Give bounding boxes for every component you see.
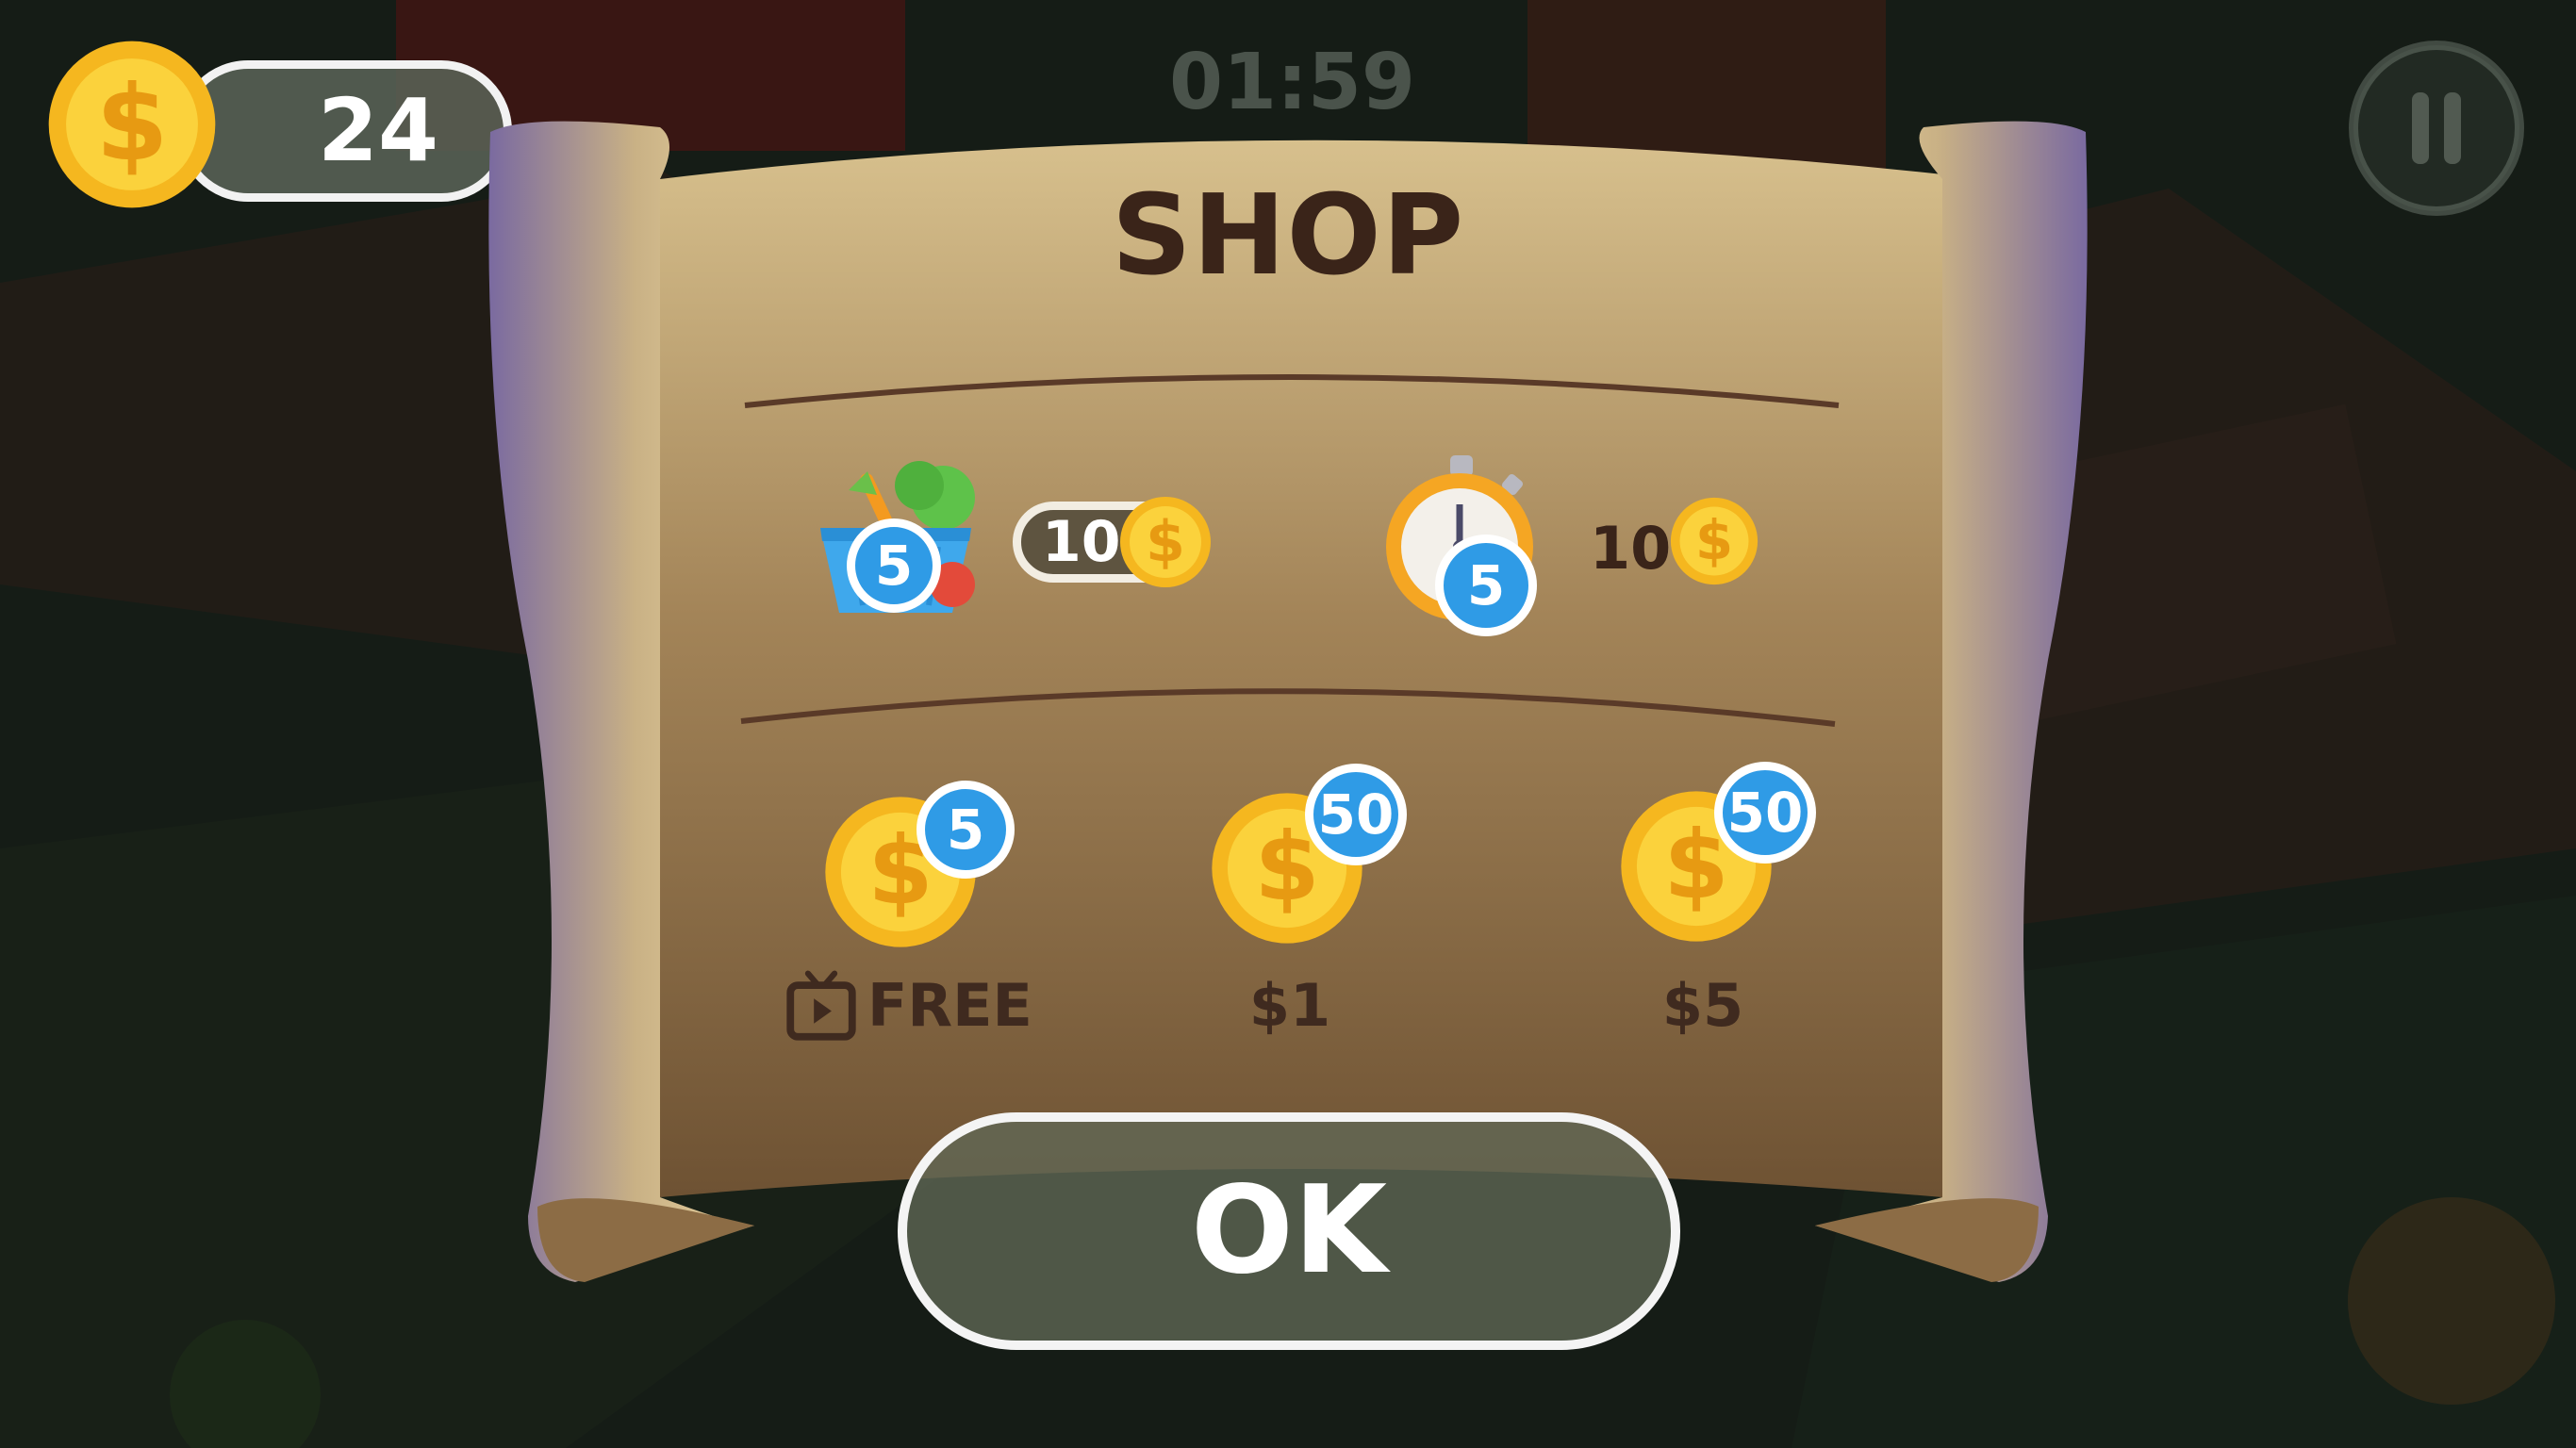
dollar-coin-icon: $ (1670, 497, 1759, 585)
svg-text:$: $ (1146, 509, 1185, 575)
offer-1-dollar-label: $1 (1248, 971, 1331, 1040)
offer-free-label: FREE (867, 971, 1032, 1040)
svg-text:$: $ (1695, 509, 1733, 572)
stopwatch-price[interactable]: 10 (1590, 514, 1671, 583)
dollar-coin-icon: $ (1120, 497, 1211, 587)
amount-badge: 50 (1305, 764, 1407, 865)
tv-play-icon (786, 970, 856, 1041)
shop-item-basket[interactable]: 5 (801, 443, 990, 632)
amount-badge: 50 (1714, 762, 1816, 864)
shop-item-stopwatch[interactable]: 5 (1367, 448, 1556, 636)
shop-title: SHOP (1111, 170, 1465, 300)
offer-5-dollar-label: $5 (1661, 971, 1744, 1040)
basket-price: 10 (1042, 509, 1121, 575)
amount-badge: 5 (916, 781, 1015, 879)
quantity-badge: 5 (1435, 535, 1537, 636)
quantity-badge: 5 (847, 518, 941, 613)
offer-free-coins[interactable]: $ 5 (820, 773, 1037, 962)
ok-button[interactable]: OK (898, 1112, 1680, 1350)
ok-button-label: OK (1191, 1160, 1387, 1301)
offer-5-dollar[interactable]: $ 50 (1616, 762, 1833, 950)
offer-1-dollar[interactable]: $ 50 (1207, 764, 1424, 952)
